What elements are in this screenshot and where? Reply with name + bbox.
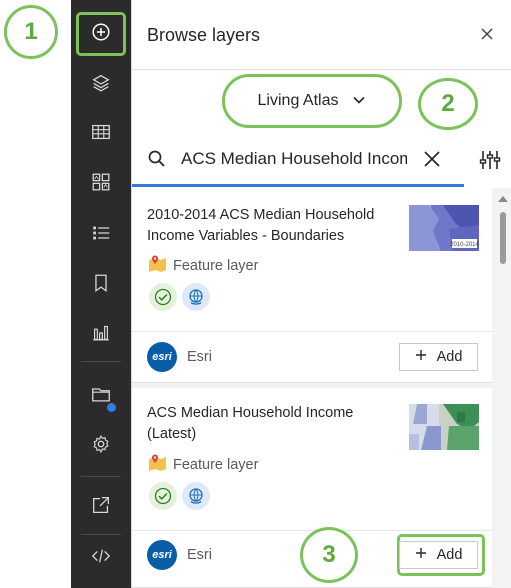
layer-type-label: Feature layer	[173, 258, 259, 274]
layers-button[interactable]	[71, 61, 131, 109]
owner-name: Esri	[187, 547, 212, 563]
layer-type: Feature layer	[147, 254, 258, 278]
authoritative-check-icon	[149, 482, 177, 510]
clear-search-button[interactable]	[421, 148, 443, 175]
badge-row	[149, 482, 210, 510]
plus-icon	[415, 547, 427, 563]
content-button[interactable]	[71, 372, 131, 420]
add-layer-button[interactable]	[71, 10, 131, 58]
embed-code-icon	[90, 545, 112, 572]
owner-info: esri Esri	[147, 540, 212, 570]
search-icon	[147, 149, 167, 174]
feature-layer-icon	[147, 453, 167, 477]
add-layer-button-2[interactable]: Add	[399, 541, 478, 569]
close-panel-button[interactable]	[476, 25, 498, 47]
action-rail	[71, 0, 131, 588]
source-dropdown[interactable]: Living Atlas	[222, 74, 402, 128]
thumbnail-caption: 2010-2014	[450, 242, 479, 248]
scroll-up-arrow-icon[interactable]	[498, 196, 508, 202]
share-button[interactable]	[71, 483, 131, 531]
add-label: Add	[436, 349, 463, 365]
card-divider	[132, 331, 492, 332]
panel-title: Browse layers	[147, 25, 261, 45]
legend-list-icon	[90, 222, 112, 249]
add-layer-button-1[interactable]: Add	[399, 343, 478, 371]
tables-button[interactable]	[71, 110, 131, 158]
settings-button[interactable]	[71, 422, 131, 470]
filter-sliders-icon[interactable]	[478, 148, 502, 177]
add-circle-icon	[90, 21, 112, 48]
close-icon	[480, 27, 494, 46]
owner-info: esri Esri	[147, 342, 212, 372]
layer-type: Feature layer	[147, 453, 258, 477]
add-label: Add	[436, 547, 463, 563]
authoritative-check-icon	[149, 283, 177, 311]
layer-type-label: Feature layer	[173, 457, 259, 473]
scrollbar-thumb[interactable]	[500, 212, 506, 264]
esri-logo: esri	[147, 540, 177, 570]
embed-button[interactable]	[71, 534, 131, 582]
plus-icon	[415, 349, 427, 365]
chevron-down-icon	[352, 92, 366, 110]
result-title[interactable]: ACS Median Household Income (Latest)	[147, 403, 402, 445]
bookmarks-button[interactable]	[71, 261, 131, 309]
legend-button[interactable]	[71, 211, 131, 259]
bar-chart-icon	[90, 321, 112, 348]
feature-layer-icon	[147, 254, 167, 278]
owner-name: Esri	[187, 349, 212, 365]
result-card[interactable]: 2010-2014 ACS Median Household Income Va…	[132, 188, 492, 383]
callout-2: 2	[418, 78, 478, 130]
table-icon	[90, 121, 112, 148]
search-focus-underline	[132, 184, 464, 187]
result-title[interactable]: 2010-2014 ACS Median Household Income Va…	[147, 205, 402, 247]
result-thumbnail	[409, 404, 479, 450]
result-thumbnail: 2010-2014	[409, 205, 479, 251]
search-input[interactable]: ACS Median Household Income	[181, 149, 407, 169]
rail-divider	[81, 476, 121, 477]
app-root: Browse layers Living Atlas ACS Median Ho…	[0, 0, 511, 588]
panel-header: Browse layers	[132, 0, 511, 70]
share-icon	[90, 494, 112, 521]
esri-logo: esri	[147, 342, 177, 372]
living-atlas-globe-icon	[182, 283, 210, 311]
badge-row	[149, 283, 210, 311]
source-dropdown-label: Living Atlas	[257, 92, 339, 109]
rail-divider	[81, 361, 121, 362]
search-bar: ACS Median Household Income	[132, 136, 511, 187]
charts-button[interactable]	[71, 310, 131, 358]
living-atlas-globe-icon	[182, 482, 210, 510]
layers-icon	[90, 72, 112, 99]
callout-1: 1	[4, 5, 58, 59]
basemap-button[interactable]	[71, 160, 131, 208]
notification-dot	[107, 403, 116, 412]
basemap-gallery-icon	[90, 171, 112, 198]
settings-gear-icon	[90, 433, 112, 460]
callout-3: 3	[300, 527, 358, 583]
bookmark-icon	[90, 272, 112, 299]
